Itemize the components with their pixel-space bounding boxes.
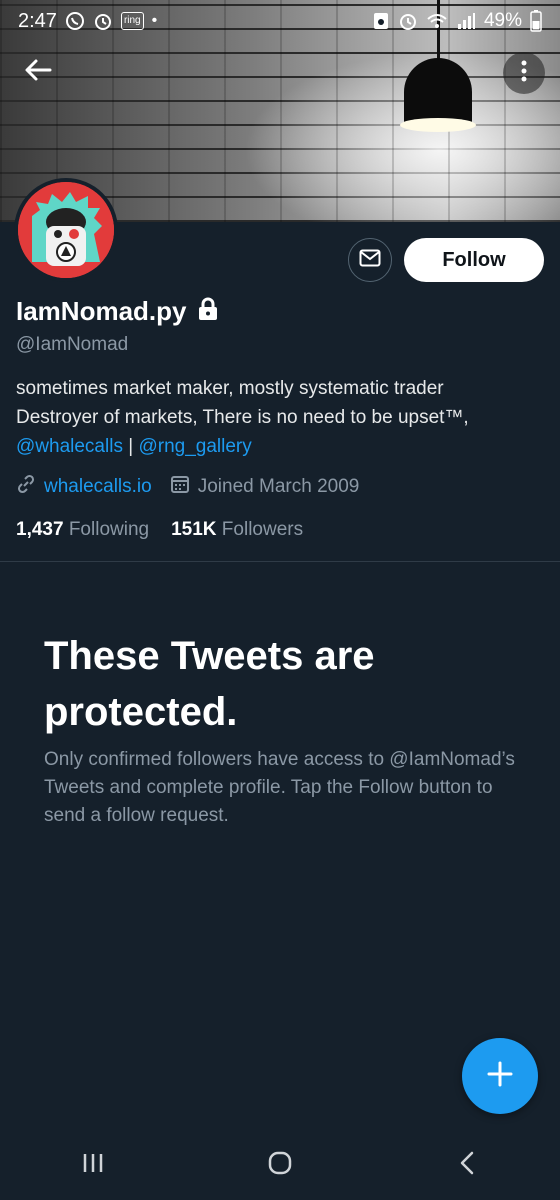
envelope-icon (359, 249, 381, 272)
avatar[interactable] (14, 178, 118, 282)
joined-item: Joined March 2009 (170, 474, 360, 500)
followers-stat[interactable]: 151K Followers (171, 519, 303, 541)
handle: @IamNomad (16, 334, 129, 355)
wifi-icon (426, 12, 448, 30)
status-dot: • (151, 12, 158, 29)
protected-description: Only confirmed followers have access to … (44, 749, 515, 826)
following-label: Following (68, 519, 150, 540)
ring-icon: ring (120, 12, 144, 30)
lamp-glow (400, 118, 476, 132)
avatar-image (18, 182, 114, 278)
arrow-left-icon (24, 58, 52, 87)
plus-icon (486, 1060, 514, 1093)
follow-stats: 1,437 Following 151K Followers (16, 519, 325, 541)
calendar-icon (170, 474, 190, 500)
screenshot-icon (372, 11, 390, 31)
lock-icon (197, 297, 219, 326)
signal-icon (456, 12, 476, 30)
website-item: whalecalls.io (16, 474, 152, 500)
bio: sometimes market maker, mostly systemati… (16, 374, 546, 461)
status-time: 2:47 (18, 9, 57, 32)
alarm-icon (93, 11, 113, 31)
bio-line-1: sometimes market maker, mostly systemati… (16, 378, 444, 399)
profile-meta: whalecalls.io Joined March 2009 (16, 474, 377, 500)
back-icon (459, 1151, 475, 1180)
follow-button[interactable]: Follow (404, 238, 544, 282)
status-bar: 2:47 ring • 49% (0, 0, 560, 42)
followers-count: 151K (171, 519, 217, 540)
recents-icon (81, 1152, 105, 1179)
status-bar-left: 2:47 ring • (18, 10, 157, 33)
alarm-icon (398, 11, 418, 31)
followers-label: Followers (221, 519, 304, 540)
protected-title: These Tweets are protected. (44, 634, 375, 734)
message-button[interactable] (348, 238, 392, 282)
status-bar-right: 49% (372, 10, 542, 32)
divider (0, 561, 560, 562)
recents-button[interactable] (53, 1135, 133, 1195)
whatsapp-icon (65, 11, 85, 31)
following-count: 1,437 (16, 519, 64, 540)
system-back-button[interactable] (427, 1135, 507, 1195)
more-vertical-icon (521, 60, 527, 87)
bio-line-2: Destroyer of markets, There is no need t… (16, 407, 469, 428)
link-icon (16, 474, 36, 500)
home-icon (267, 1150, 293, 1181)
system-nav-bar (0, 1130, 560, 1200)
display-name-row: IamNomad.py (16, 296, 219, 327)
display-name: IamNomad.py (16, 296, 187, 326)
home-button[interactable] (240, 1135, 320, 1195)
bio-link-rng-gallery[interactable]: @rng_gallery (138, 436, 251, 457)
battery-percent: 49% (483, 10, 522, 31)
battery-icon (530, 10, 542, 32)
more-options-button[interactable] (503, 52, 545, 94)
website-link[interactable]: whalecalls.io (44, 476, 152, 498)
back-button[interactable] (14, 52, 62, 92)
compose-button[interactable] (462, 1038, 538, 1114)
bio-line-3: @whalecalls | @rng_gallery (16, 432, 546, 461)
joined-date: Joined March 2009 (197, 476, 360, 497)
bio-separator: | (122, 436, 139, 457)
bio-link-whalecalls[interactable]: @whalecalls (16, 436, 123, 457)
following-stat[interactable]: 1,437 Following (16, 519, 149, 541)
